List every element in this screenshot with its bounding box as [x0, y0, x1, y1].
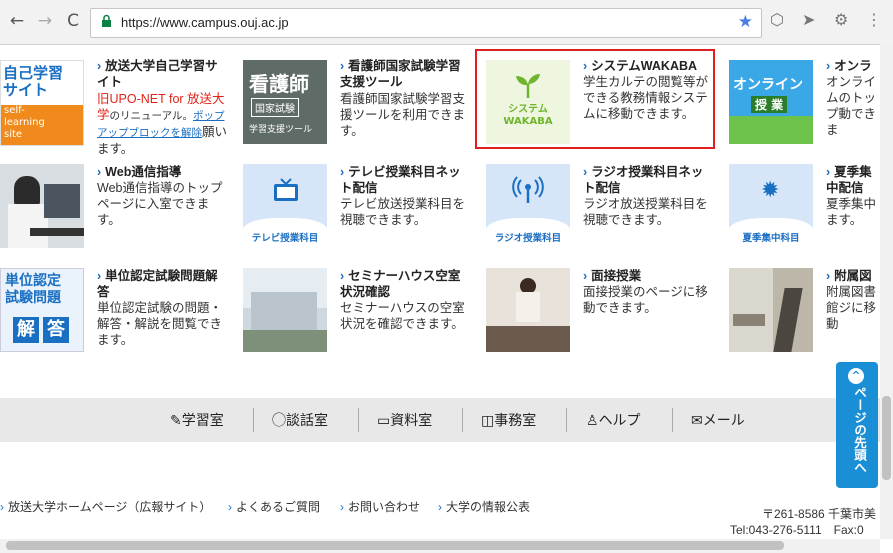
url-text: https://www.campus.ouj.ac.jp	[121, 15, 289, 30]
tile-desc: 旧UPO-NET for 放送大学のリニューアル。ポップアップブロックを解除願い…	[97, 92, 228, 156]
bookmark-star-icon[interactable]: ★	[738, 12, 753, 32]
nav-mail[interactable]: ✉メール	[691, 410, 745, 430]
nav-lounge[interactable]: ◯談話室	[272, 410, 328, 430]
tile-desc: 面接授業のページに移動できます。	[583, 285, 708, 315]
back-button[interactable]: ←	[6, 10, 28, 32]
tile-desc: セミナーハウスの空室状況を確認できます。	[340, 301, 465, 331]
footer-link-disclosure[interactable]: › 大学の情報公表	[438, 498, 530, 515]
tile-title[interactable]: › Web通信指導	[97, 164, 227, 180]
tv-classes-thumbnail: テレビ授業科目	[243, 164, 327, 248]
forward-button[interactable]: →	[34, 10, 56, 32]
menu-icon[interactable]: ⋮	[866, 10, 882, 29]
exam-answers-thumbnail: 単位認定 試験問題 解 答	[0, 268, 84, 352]
online-class-thumbnail: オンライン 授 業	[729, 60, 813, 144]
nav-divider	[566, 408, 567, 432]
face-to-face-photo	[486, 268, 570, 352]
gear-icon[interactable]: ⚙	[834, 10, 848, 29]
extension-icon[interactable]: ⬡	[770, 10, 784, 29]
reload-button[interactable]: C	[62, 10, 84, 32]
nav-office[interactable]: ◫事務室	[481, 410, 536, 430]
tile-title[interactable]: › 放送大学自己学習サイト	[97, 58, 227, 90]
tile-title[interactable]: › ラジオ授業科目ネット配信	[583, 164, 708, 196]
bottom-nav: ✎学習室 ◯談話室 ▭資料室 ◫事務室 ♙ヘルプ ✉メール	[0, 398, 880, 442]
seminar-house-photo	[243, 268, 327, 352]
lock-icon	[102, 14, 111, 27]
tile-desc: 単位認定試験の問題・解答・解説を閲覧できます。	[97, 301, 223, 347]
antenna-icon	[512, 176, 544, 203]
horizontal-scroll-thumb[interactable]	[6, 541, 784, 550]
vertical-scroll-thumb[interactable]	[882, 396, 891, 480]
nav-study-room[interactable]: ✎学習室	[170, 410, 224, 430]
library-photo	[729, 268, 813, 352]
footer-link-contact[interactable]: › お問い合わせ	[340, 498, 420, 515]
footer-link-faq[interactable]: › よくあるご質問	[228, 498, 320, 515]
tile-title[interactable]: › テレビ授業科目ネット配信	[340, 164, 465, 196]
phone-fax: Tel:043-276-5111 Fax:0	[730, 523, 864, 537]
highlight-box	[475, 49, 715, 149]
nav-resources[interactable]: ▭資料室	[377, 410, 432, 430]
tile-desc: 夏季集中ます。	[826, 197, 877, 227]
cube-icon: ◫	[481, 412, 495, 428]
nav-divider	[358, 408, 359, 432]
tile-title[interactable]: › 単位認定試験問題解答	[97, 268, 227, 300]
tile-desc: ラジオ放送授業科目を視聴できます。	[583, 197, 708, 227]
tile-title[interactable]: › 夏季集中配信	[826, 164, 880, 196]
nav-divider	[253, 408, 254, 432]
tile-title[interactable]: › 面接授業	[583, 268, 708, 284]
pencil-icon: ✎	[170, 412, 182, 428]
page-top-button[interactable]: ^ ページの先頭へ	[836, 362, 878, 488]
tile-title[interactable]: › オンラ	[826, 58, 886, 74]
browser-toolbar: ← → C https://www.campus.ouj.ac.jp ★ ⬡ ➤…	[0, 0, 893, 45]
nav-divider	[672, 408, 673, 432]
postal-address: 〒261-8586 千葉市美	[762, 507, 877, 521]
sun-icon: ✹	[761, 178, 780, 203]
nav-help[interactable]: ♙ヘルプ	[586, 410, 641, 430]
tile-title[interactable]: › セミナーハウス空室状況確認	[340, 268, 465, 300]
radio-classes-thumbnail: ラジオ授業科目	[486, 164, 570, 248]
tile-desc: オンライムのトップ動できま	[826, 75, 877, 137]
nav-divider	[462, 408, 463, 432]
chevron-up-icon: ^	[848, 368, 864, 384]
address-bar[interactable]: https://www.campus.ouj.ac.jp ★	[90, 8, 762, 38]
person-icon: ♙	[586, 412, 599, 428]
nursing-exam-thumbnail: 看護師 国家試験 学習支援ツール	[243, 60, 327, 144]
tile-title[interactable]: › 看護師国家試験学習支援ツール	[340, 58, 465, 90]
summer-intensive-thumbnail: ✹ 夏季集中科目	[729, 164, 813, 248]
tile-desc: 附属図書館ジに移動	[826, 285, 877, 331]
tile-desc: Web通信指導のトップページに入室できます。	[97, 181, 223, 227]
speech-bubble-icon: ◯	[272, 412, 286, 428]
tv-icon	[274, 178, 298, 201]
cursor-extension-icon[interactable]: ➤	[802, 10, 815, 29]
tile-desc: テレビ放送授業科目を視聴できます。	[340, 197, 466, 227]
folder-icon: ▭	[377, 412, 391, 428]
footer-link-homepage[interactable]: › 放送大学ホームページ（広報サイト）	[0, 498, 211, 515]
self-learning-thumbnail: 自己学習 サイト self-learning site	[0, 60, 84, 146]
tile-desc: 看護師国家試験学習支援ツールを利用できます。	[340, 92, 466, 138]
web-guidance-photo	[0, 164, 84, 248]
mail-icon: ✉	[691, 412, 703, 428]
tile-title[interactable]: › 附属図	[826, 268, 880, 284]
